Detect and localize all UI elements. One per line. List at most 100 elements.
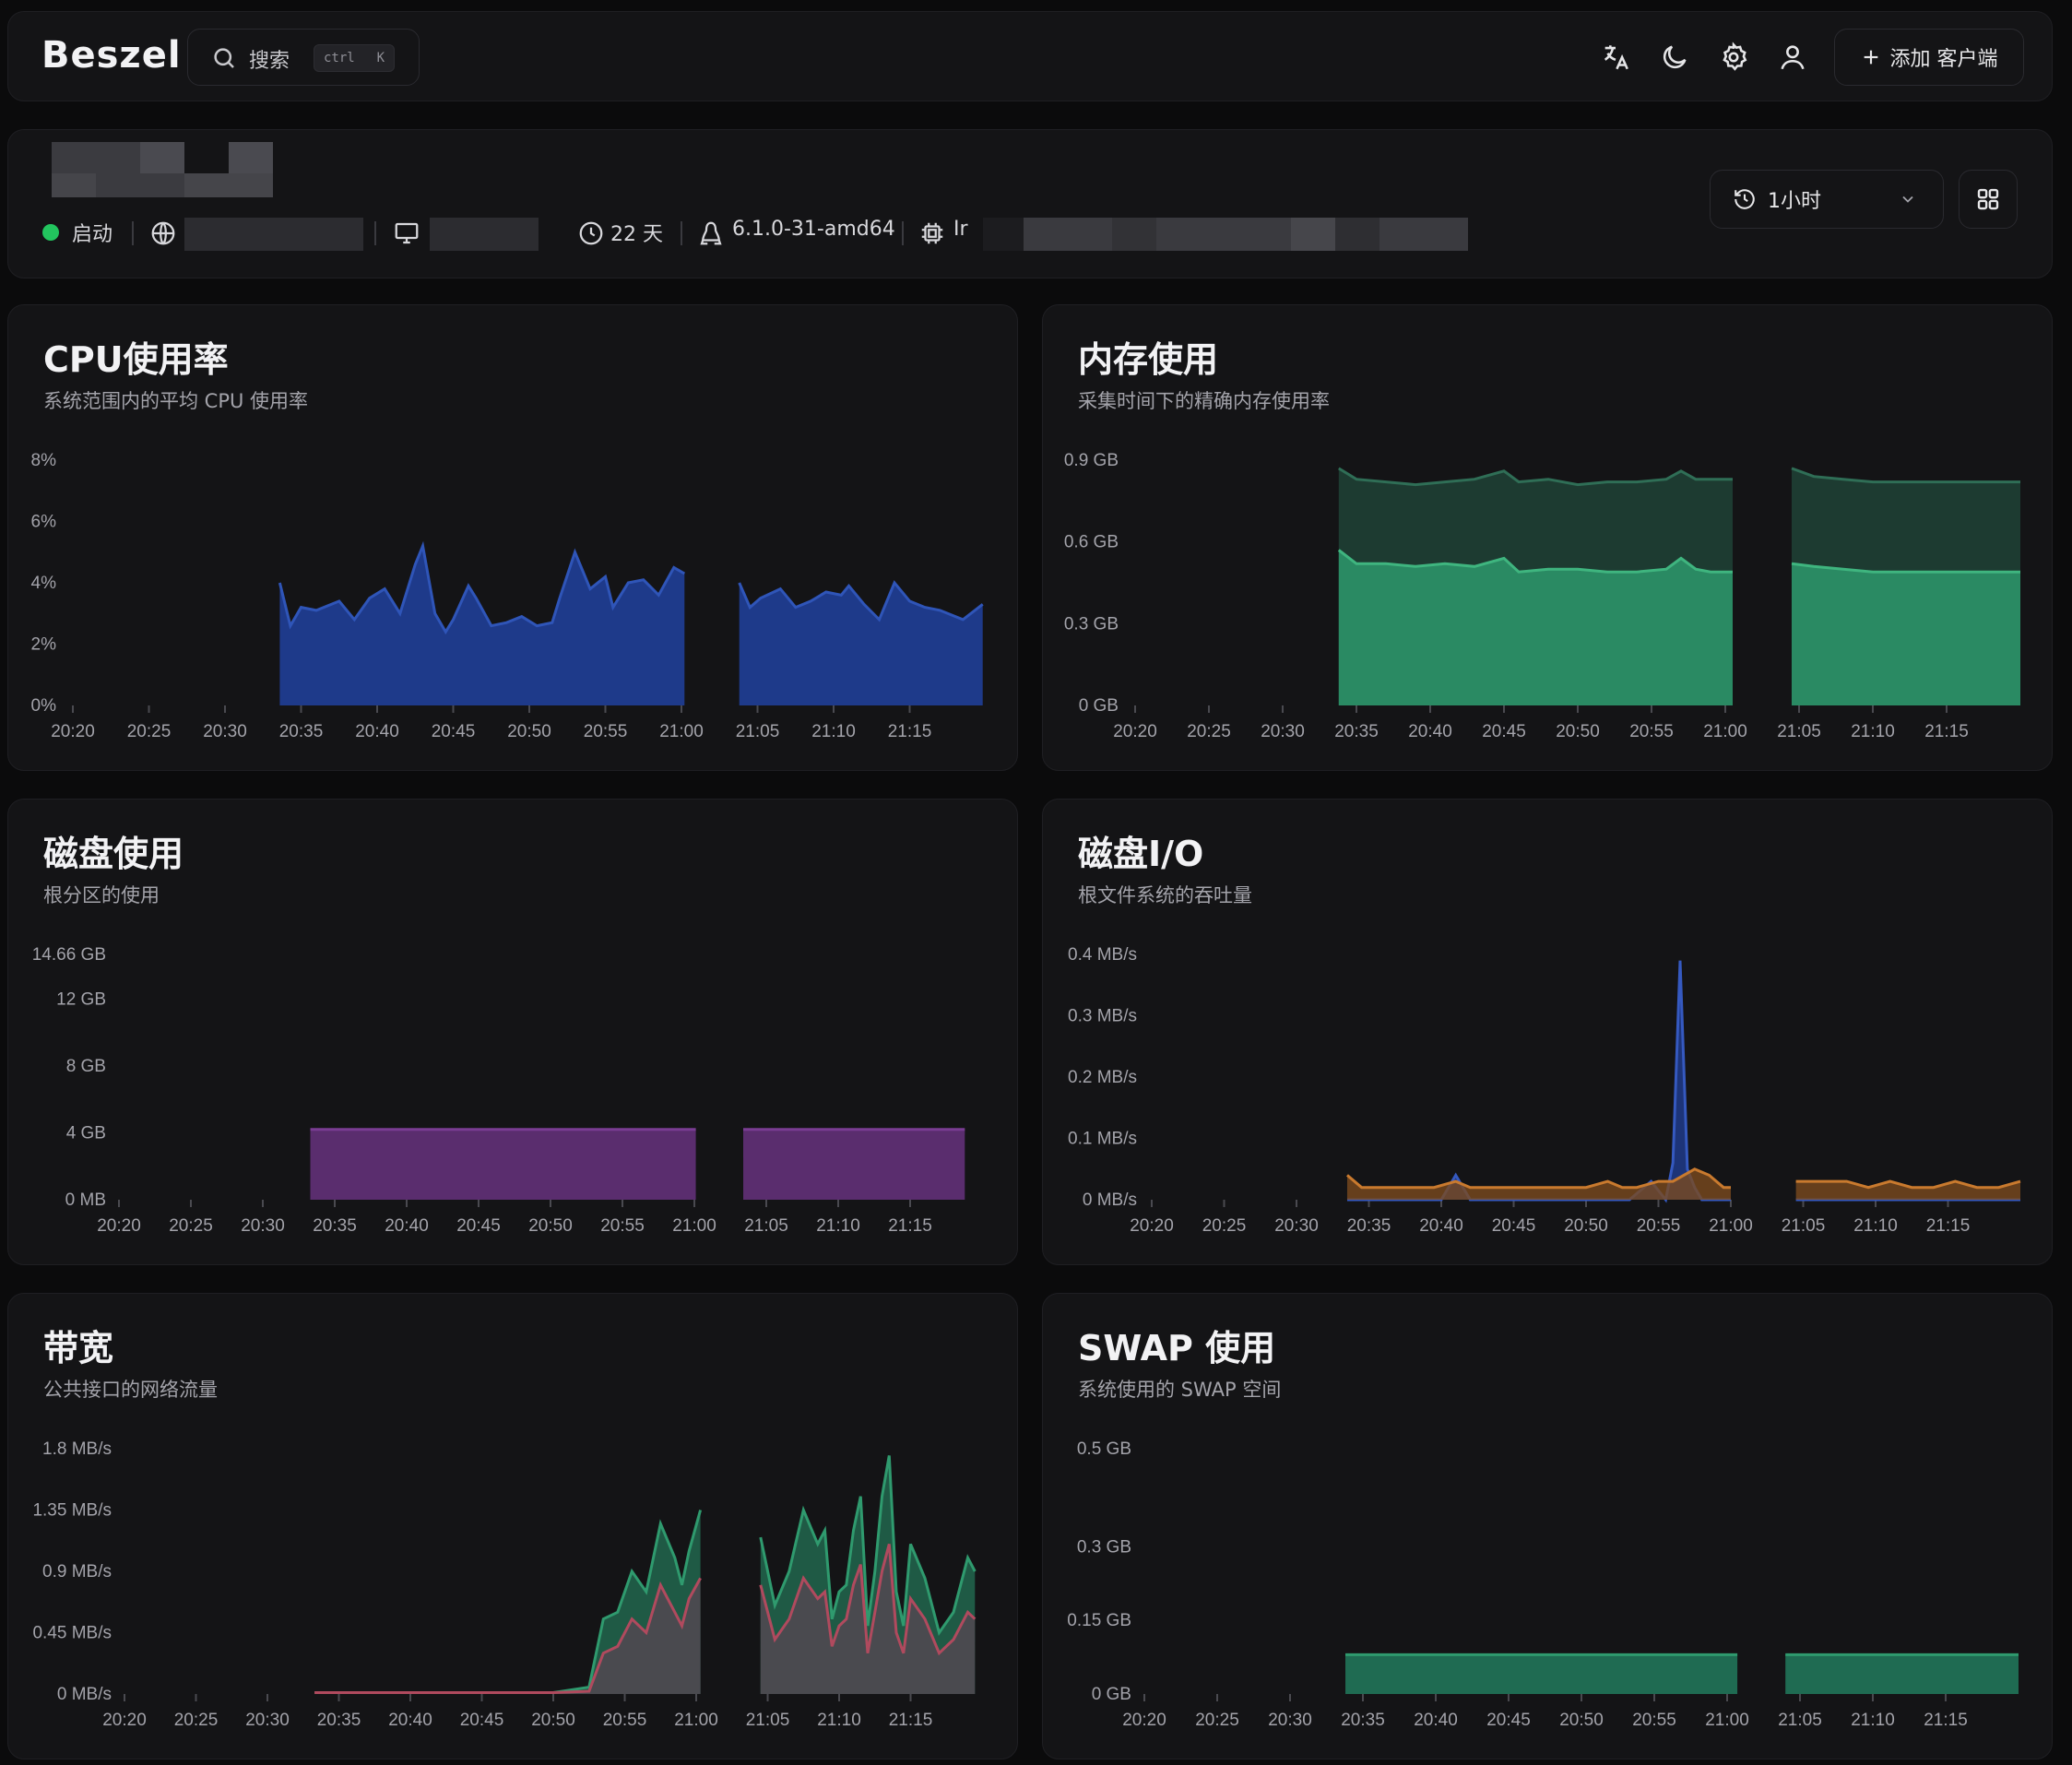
history-icon: [1735, 189, 1755, 209]
disk-chart[interactable]: 14.66 GB 12 GB 8 GB 4 GB 0 MB 20:20 20:25 20:30…: [8, 800, 1019, 1266]
x-tick-label: 21:15: [1924, 1711, 1968, 1730]
x-tick-label: 21:05: [744, 1216, 788, 1236]
app-logo[interactable]: Beszel: [41, 34, 182, 77]
disk-io-chart[interactable]: 0.4 MB/s 0.3 MB/s 0.2 MB/s 0.1 MB/s 0 MB/s 20…: [1043, 800, 2054, 1266]
x-tick-label: 20:50: [1556, 722, 1600, 741]
x-tick-label: 20:35: [1341, 1711, 1385, 1730]
y-tick-label: 1.8 MB/s: [42, 1439, 112, 1459]
x-tick-label: 20:55: [584, 722, 628, 741]
top-navbar: Beszel 搜索 ctrl K 添加 客户端: [7, 11, 2053, 101]
monitor-icon: [395, 222, 419, 244]
x-tick-label: 21:15: [888, 722, 932, 741]
search-button[interactable]: 搜索 ctrl K: [187, 29, 420, 86]
x-tick-label: 21:00: [1703, 722, 1747, 741]
y-tick-label: 2%: [31, 635, 57, 655]
x-tick-label: 21:10: [1851, 722, 1895, 741]
x-tick-label: 20:45: [456, 1216, 501, 1236]
memory-chart-card: 内存使用 采集时间下的精确内存使用率 0.9 GB 0.6 GB 0.3 GB 0 G…: [1042, 304, 2053, 771]
x-tick-label: 20:25: [1202, 1216, 1247, 1236]
series-area-segment: [743, 1129, 965, 1200]
layout-toggle-button[interactable]: [1959, 170, 2018, 229]
y-tick-label: 0.15 GB: [1067, 1611, 1131, 1630]
disk-io-chart-card: 磁盘I/O 根文件系统的吞吐量 0.4 MB/s 0.3 MB/s 0.2 MB/s…: [1042, 799, 2053, 1265]
search-shortcut: ctrl K: [314, 44, 395, 72]
y-tick-label: 0.1 MB/s: [1068, 1130, 1137, 1149]
x-tick-label: 20:30: [1274, 1216, 1319, 1236]
add-client-button[interactable]: 添加 客户端: [1834, 29, 2024, 86]
ip-address-redacted: [184, 218, 363, 251]
y-tick-label: 0.4 MB/s: [1068, 945, 1137, 965]
x-tick-label: 20:20: [1122, 1711, 1166, 1730]
x-tick-label: 20:50: [1564, 1216, 1608, 1236]
grid-icon: [1977, 188, 1999, 210]
x-tick-label: 20:40: [355, 722, 399, 741]
user-icon[interactable]: [1777, 41, 1808, 73]
y-tick-label: 8 GB: [66, 1057, 106, 1076]
clock-icon: [579, 221, 603, 245]
divider: [374, 221, 376, 245]
shortcut-key-k: K: [376, 51, 385, 65]
bandwidth-chart[interactable]: 1.8 MB/s 1.35 MB/s 0.9 MB/s 0.45 MB/s 0 MB/s…: [8, 1294, 1019, 1760]
memory-chart[interactable]: 0.9 GB 0.6 GB 0.3 GB 0 GB 20:20 20:25 20:30 20:…: [1043, 305, 2054, 772]
x-tick-label: 20:30: [241, 1216, 285, 1236]
series-area-segment: [279, 546, 685, 705]
x-tick-label: 21:05: [746, 1711, 790, 1730]
used-area-segment: [1338, 550, 1733, 705]
x-tick-label: 20:20: [1130, 1216, 1174, 1236]
x-tick-label: 20:25: [1195, 1711, 1239, 1730]
x-tick-label: 21:10: [816, 1216, 860, 1236]
read-line-segment: [1347, 960, 1731, 1203]
x-tick-label: 20:35: [279, 722, 324, 741]
x-tick-label: 20:20: [102, 1711, 147, 1730]
x-tick-label: 21:00: [674, 1711, 718, 1730]
cpu-icon: [921, 222, 943, 244]
uptime-value: 22 天: [610, 223, 663, 246]
y-tick-label: 0.3 GB: [1077, 1537, 1131, 1557]
status-dot: [42, 224, 59, 241]
cpu-chart[interactable]: 8% 6% 4% 2% 0% 20:20 20:25 20:30 20:35 20:40 20:45…: [8, 305, 1019, 772]
y-tick-label: 4 GB: [66, 1123, 106, 1143]
shortcut-key-ctrl: ctrl: [324, 51, 355, 65]
divider: [132, 221, 134, 245]
x-tick-label: 20:55: [600, 1216, 645, 1236]
x-tick-label: 20:45: [1482, 722, 1526, 741]
x-tick-label: 20:25: [127, 722, 172, 741]
x-tick-label: 20:55: [1632, 1711, 1676, 1730]
x-tick-label: 20:30: [245, 1711, 290, 1730]
swap-chart[interactable]: 0.5 GB 0.3 GB 0.15 GB 0 GB 20:20 20:25 20:30 20…: [1043, 1294, 2054, 1760]
write-area-segment: [1795, 1181, 2020, 1200]
theme-toggle-icon[interactable]: [1659, 41, 1690, 73]
x-tick-label: 20:55: [603, 1711, 647, 1730]
x-tick-label: 20:50: [1559, 1711, 1604, 1730]
y-tick-label: 6%: [31, 513, 57, 532]
x-tick-label: 20:45: [1492, 1216, 1536, 1236]
x-tick-label: 20:30: [203, 722, 247, 741]
time-range-select[interactable]: 1小时: [1710, 170, 1944, 229]
settings-icon[interactable]: [1718, 41, 1749, 73]
x-tick-label: 20:50: [528, 1216, 573, 1236]
status-label: 启动: [72, 223, 113, 246]
y-tick-label: 0 MB/s: [57, 1685, 112, 1704]
divider: [902, 221, 904, 245]
x-tick-label: 20:35: [317, 1711, 361, 1730]
translate-icon[interactable]: [1600, 41, 1631, 73]
plus-icon: [1864, 50, 1877, 65]
used-area-segment: [1792, 563, 2020, 705]
x-tick-label: 20:40: [385, 1216, 429, 1236]
y-tick-label: 0%: [31, 696, 57, 716]
series-area-segment: [1785, 1654, 2019, 1694]
x-tick-label: 20:35: [1334, 722, 1379, 741]
linux-icon: [700, 221, 722, 245]
x-tick-label: 21:15: [888, 1216, 932, 1236]
x-tick-label: 20:55: [1637, 1216, 1681, 1236]
x-tick-label: 21:10: [817, 1711, 861, 1730]
divider: [681, 221, 682, 245]
x-tick-label: 20:25: [1187, 722, 1231, 741]
y-tick-label: 0 MB/s: [1083, 1190, 1137, 1210]
x-tick-label: 20:45: [432, 722, 476, 741]
y-tick-label: 0.9 GB: [1064, 451, 1119, 470]
y-tick-label: 0 MB: [65, 1190, 106, 1210]
y-tick-label: 0.5 GB: [1077, 1439, 1131, 1459]
bandwidth-chart-card: 带宽 公共接口的网络流量 1.8 MB/s 1.35 MB/s 0.9 MB/s 0.…: [7, 1293, 1018, 1759]
disk-chart-card: 磁盘使用 根分区的使用 14.66 GB 12 GB 8 GB 4 GB 0 MB 20:…: [7, 799, 1018, 1265]
